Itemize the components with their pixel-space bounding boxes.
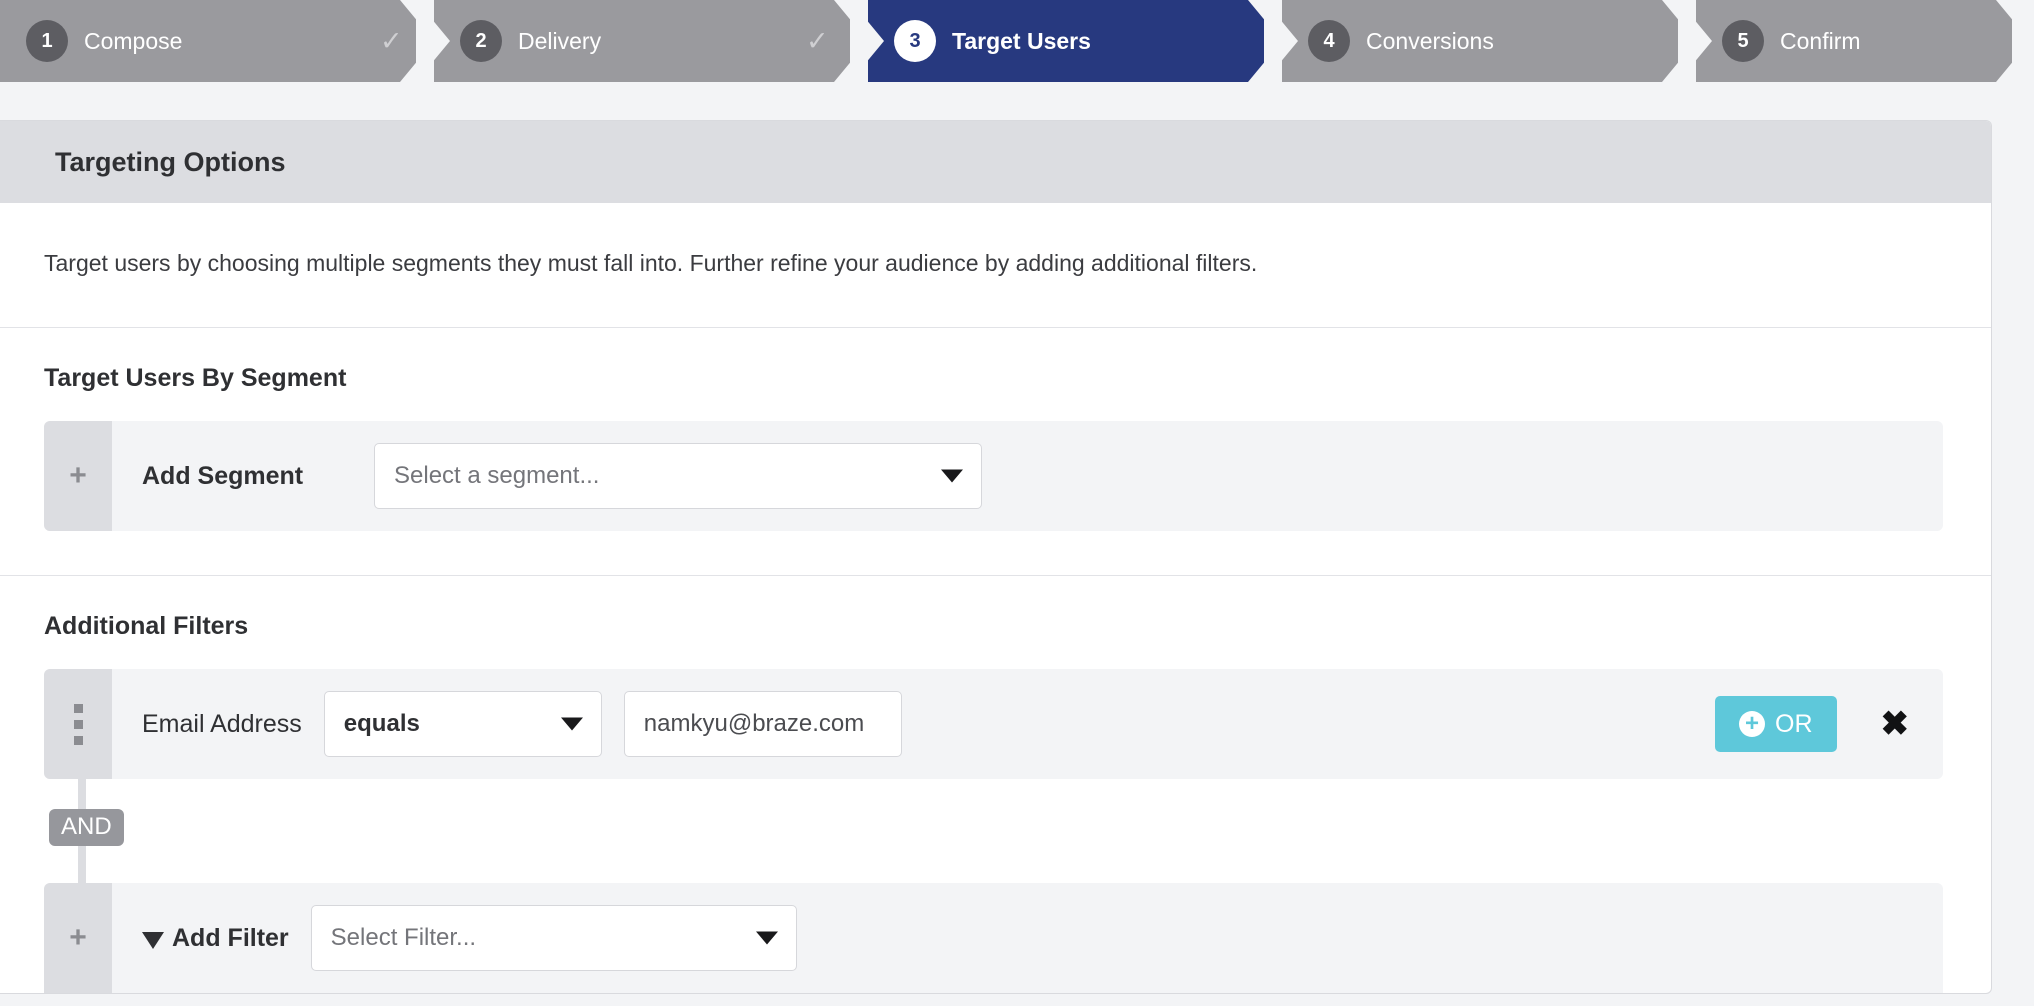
add-filter-label: Add Filter (172, 923, 289, 952)
wizard-step-breadcrumb: 1 Compose ✓ 2 Delivery ✓ 3 Target Users … (0, 0, 2034, 82)
add-segment-handle[interactable]: + (44, 421, 112, 532)
filter-select[interactable]: Select Filter... (310, 905, 797, 972)
chevron-down-icon (560, 717, 583, 731)
add-filter-label-wrap: Add Filter (142, 924, 289, 953)
step-arrow-notch (416, 0, 450, 82)
segment-section: Target Users By Segment + Add Segment Se… (0, 328, 1991, 577)
plus-icon: + (69, 921, 87, 955)
drag-handle-icon (73, 703, 83, 745)
wizard-step-label: Compose (84, 27, 183, 54)
add-filter-body: Add Filter Select Filter... (112, 883, 1943, 993)
step-arrow-notch (1678, 0, 1712, 82)
page-title: Targeting Options (55, 146, 286, 177)
filter-attribute-label: Email Address (142, 709, 302, 738)
add-or-condition-button[interactable]: + OR (1715, 696, 1837, 753)
wizard-step-compose[interactable]: 1 Compose ✓ (0, 0, 403, 82)
step-arrow-notch (2012, 0, 2034, 82)
additional-filters-title: Additional Filters (44, 612, 249, 641)
card-description: Target users by choosing multiple segmen… (0, 203, 1991, 329)
add-filter-row: + Add Filter Select Filter... (44, 883, 1943, 994)
filter-row-body: Email Address equals namkyu@braze.com + … (112, 669, 1943, 779)
plus-icon: + (69, 459, 87, 493)
funnel-icon (142, 931, 164, 949)
targeting-options-card: Targeting Options Target users by choosi… (0, 120, 1992, 995)
card-header: Targeting Options (0, 121, 1991, 203)
wizard-step-number: 4 (1308, 20, 1350, 62)
segment-section-title: Target Users By Segment (44, 364, 347, 393)
wizard-step-conversions[interactable]: 4 Conversions (1282, 0, 1662, 82)
wizard-step-number: 5 (1722, 20, 1764, 62)
filter-logic-connector: AND (44, 773, 1991, 890)
step-arrow-notch (1264, 0, 1298, 82)
wizard-step-number: 3 (894, 20, 936, 62)
wizard-step-confirm[interactable]: 5 Confirm (1696, 0, 1996, 82)
filter-drag-handle[interactable] (44, 669, 112, 780)
filter-value-input[interactable]: namkyu@braze.com (623, 691, 902, 758)
check-icon: ✓ (806, 26, 829, 56)
filter-operator-select[interactable]: equals (323, 691, 602, 758)
remove-filter-button[interactable]: ✖ (1871, 707, 1920, 741)
segment-select-placeholder: Select a segment... (394, 462, 600, 490)
wizard-step-label: Conversions (1366, 27, 1494, 54)
filter-row-actions: + OR ✖ (1715, 696, 1920, 753)
check-icon: ✓ (380, 26, 403, 56)
filter-row: Email Address equals namkyu@braze.com + … (44, 669, 1943, 780)
add-filter-handle[interactable]: + (44, 883, 112, 994)
filter-operator-value: equals (343, 710, 420, 738)
chevron-down-icon (941, 469, 963, 483)
add-segment-body: Add Segment Select a segment... (112, 421, 1943, 531)
segment-select[interactable]: Select a segment... (374, 443, 982, 510)
wizard-step-label: Delivery (518, 27, 602, 54)
or-button-label: OR (1775, 709, 1813, 738)
description-text: Target users by choosing multiple segmen… (44, 250, 1258, 276)
and-operator-badge[interactable]: AND (49, 809, 124, 847)
plus-circle-icon: + (1739, 711, 1765, 738)
additional-filters-section: Additional Filters Email Address equals … (0, 576, 1991, 994)
filter-select-placeholder: Select Filter... (330, 924, 477, 952)
wizard-step-delivery[interactable]: 2 Delivery ✓ (434, 0, 834, 82)
wizard-step-target-users[interactable]: 3 Target Users (868, 0, 1248, 82)
wizard-step-number: 2 (460, 20, 502, 62)
wizard-step-label: Confirm (1780, 27, 1861, 54)
step-arrow-notch (850, 0, 884, 82)
add-segment-row: + Add Segment Select a segment... (44, 421, 1943, 532)
add-segment-label: Add Segment (142, 461, 304, 490)
wizard-step-label: Target Users (952, 27, 1091, 54)
wizard-step-number: 1 (26, 20, 68, 62)
chevron-down-icon (755, 931, 778, 945)
